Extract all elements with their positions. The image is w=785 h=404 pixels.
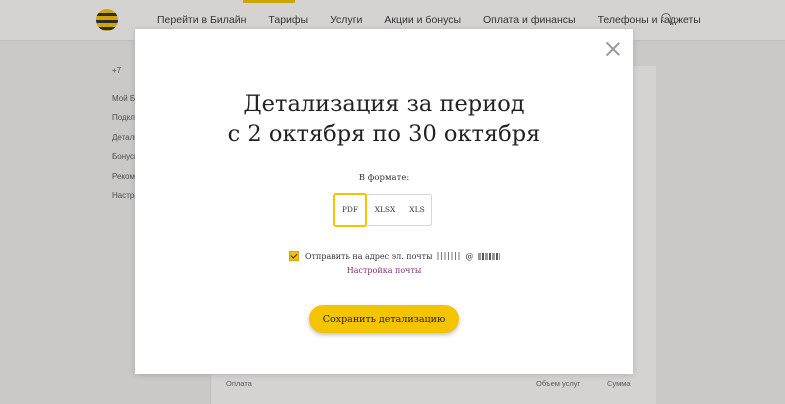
save-details-button[interactable]: Сохранить детализацию — [309, 305, 459, 333]
format-option-xls[interactable]: XLS — [403, 195, 431, 225]
send-email-label: Отправить на адрес эл. почты — [305, 251, 433, 261]
modal-title-line1: Детализация за период — [243, 91, 525, 117]
format-option-pdf[interactable]: PDF — [333, 193, 367, 227]
modal-title: Детализация за период с 2 октября по 30 … — [135, 89, 633, 149]
modal-title-line2: с 2 октября по 30 октября — [227, 121, 541, 147]
send-email-checkbox[interactable] — [289, 251, 299, 261]
masked-email-user — [437, 252, 462, 260]
email-at-sign: @ — [465, 251, 474, 261]
email-settings-link[interactable]: Настройка почты — [135, 266, 633, 275]
format-selector: PDF XLSX XLS — [333, 193, 432, 227]
email-option-row: Отправить на адрес эл. почты @ — [289, 251, 501, 261]
masked-email-domain — [478, 252, 501, 260]
format-option-xlsx[interactable]: XLSX — [367, 195, 403, 225]
close-icon[interactable] — [605, 41, 621, 57]
details-modal: Детализация за период с 2 октября по 30 … — [135, 29, 633, 374]
format-label: В формате: — [358, 173, 410, 183]
